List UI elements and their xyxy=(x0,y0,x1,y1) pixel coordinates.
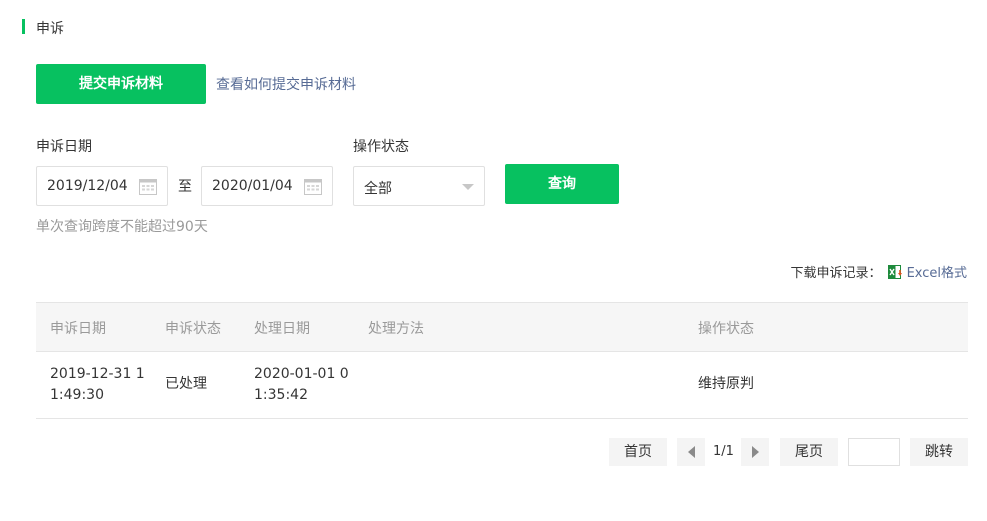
query-button[interactable]: 查询 xyxy=(505,164,619,204)
download-records: 下载申诉记录： Excel格式 xyxy=(791,262,967,281)
appeal-records-table: 申诉日期 申诉状态 处理日期 处理方法 操作状态 2019-12-31 1 1:… xyxy=(36,302,968,419)
caret-left-icon xyxy=(687,446,695,458)
last-page-button[interactable]: 尾页 xyxy=(780,438,838,466)
end-date-value: 2020/01/04 xyxy=(212,178,293,194)
cell-appeal-date: 2019-12-31 1 1:49:30 xyxy=(50,364,145,406)
section-accent-bar xyxy=(22,19,25,34)
status-select[interactable]: 全部 xyxy=(353,166,485,206)
column-header-process-date: 处理日期 xyxy=(254,321,310,337)
jump-page-input[interactable] xyxy=(848,438,900,466)
start-date-field[interactable]: 2019/12/04 xyxy=(36,166,168,206)
date-range-separator: 至 xyxy=(178,179,192,195)
start-date-value: 2019/12/04 xyxy=(47,178,128,194)
jump-button[interactable]: 跳转 xyxy=(910,438,968,466)
page-indicator: 1/1 xyxy=(713,444,734,459)
status-selected-value: 全部 xyxy=(364,181,392,197)
calendar-icon[interactable] xyxy=(304,178,322,195)
column-header-appeal-date: 申诉日期 xyxy=(50,321,106,337)
appeal-date-label: 申诉日期 xyxy=(36,139,92,155)
column-header-operation-status: 操作状态 xyxy=(698,321,754,337)
first-page-button[interactable]: 首页 xyxy=(609,438,667,466)
excel-download-link[interactable]: Excel格式 xyxy=(907,262,967,281)
next-page-button[interactable] xyxy=(741,438,769,466)
caret-right-icon xyxy=(751,446,759,458)
previous-page-button[interactable] xyxy=(677,438,705,466)
section-title: 申诉 xyxy=(36,21,64,37)
chevron-down-icon xyxy=(462,184,474,190)
process-date-line: 1:35:42 xyxy=(254,387,308,403)
appeal-date-line: 2019-12-31 1 xyxy=(50,366,145,382)
submit-appeal-button[interactable]: 提交申诉材料 xyxy=(36,64,206,104)
table-header: 申诉日期 申诉状态 处理日期 处理方法 操作状态 xyxy=(36,302,968,352)
calendar-icon[interactable] xyxy=(139,178,157,195)
table-row: 2019-12-31 1 1:49:30 已处理 2020-01-01 0 1:… xyxy=(36,352,968,419)
column-header-process-method: 处理方法 xyxy=(368,321,424,337)
end-date-field[interactable]: 2020/01/04 xyxy=(201,166,333,206)
process-date-line: 2020-01-01 0 xyxy=(254,366,349,382)
column-header-appeal-status: 申诉状态 xyxy=(165,321,221,337)
date-span-hint: 单次查询跨度不能超过90天 xyxy=(36,219,208,235)
excel-file-icon xyxy=(887,264,902,279)
cell-process-date: 2020-01-01 0 1:35:42 xyxy=(254,364,349,406)
cell-operation-status: 维持原判 xyxy=(698,376,754,392)
cell-appeal-status: 已处理 xyxy=(165,376,207,392)
how-to-submit-link[interactable]: 查看如何提交申诉材料 xyxy=(216,74,356,94)
appeal-date-line: 1:49:30 xyxy=(50,387,104,403)
operation-status-label: 操作状态 xyxy=(353,139,409,155)
download-label: 下载申诉记录： xyxy=(790,266,882,281)
